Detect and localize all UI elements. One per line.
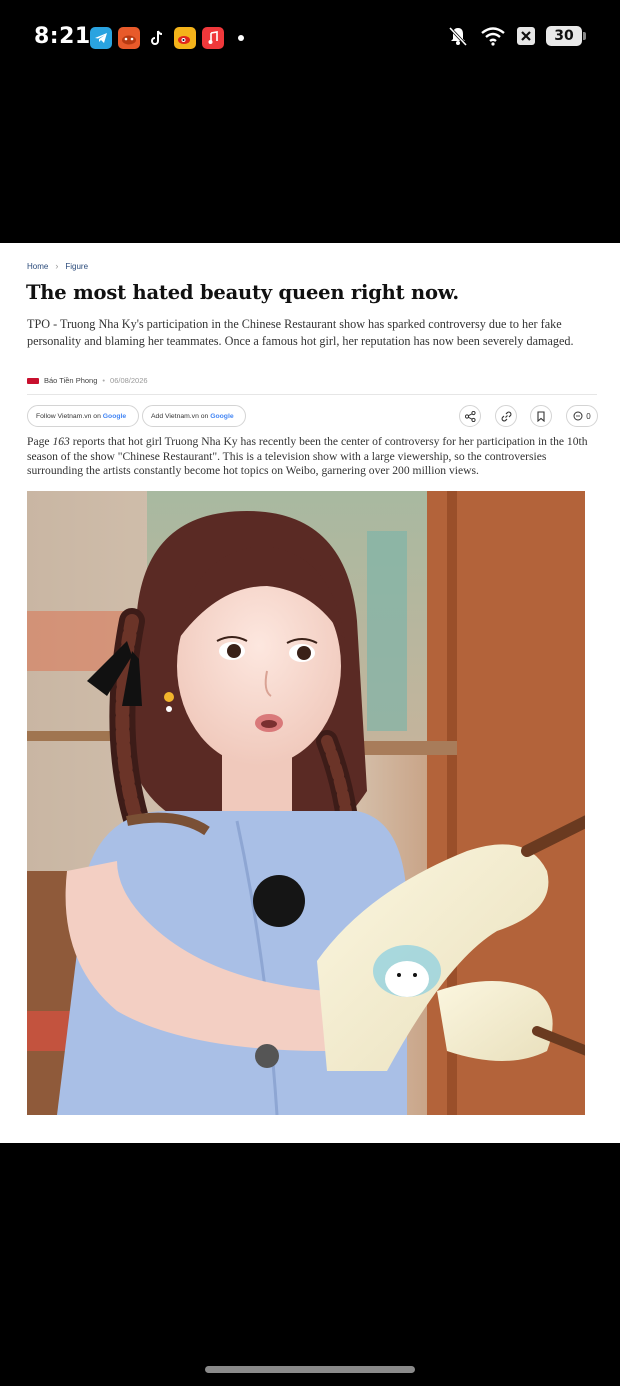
- battery-icon: 30: [546, 26, 586, 46]
- tiktok-icon: [146, 27, 168, 49]
- follow-on-google-button[interactable]: Follow Vietnam.vn on Google: [27, 405, 139, 427]
- no-signal-icon: [517, 27, 535, 45]
- page-reference: 163: [52, 435, 70, 448]
- weibo-icon: [174, 27, 196, 49]
- article-title: The most hated beauty queen right now.: [26, 281, 460, 304]
- share-button[interactable]: [459, 405, 481, 427]
- byline: Báo Tiền Phong • 06/08/2026: [27, 376, 148, 385]
- comment-count: 0: [586, 411, 591, 421]
- share-icon: [464, 410, 476, 422]
- link-icon: [501, 411, 511, 421]
- article-body: Page 163 reports that hot girl Truong Nh…: [27, 435, 595, 479]
- article-lead: TPO - Truong Nha Ky's participation in t…: [27, 317, 574, 348]
- publish-date: 06/08/2026: [110, 376, 148, 385]
- source-logo-icon: [27, 377, 39, 384]
- chevron-right-icon: ›: [55, 261, 59, 271]
- action-row: Follow Vietnam.vn on Google Add Vietnam.…: [27, 405, 599, 427]
- bookmark-button[interactable]: [530, 405, 552, 427]
- article-card: Home › Figure The most hated beauty quee…: [0, 243, 620, 1143]
- article-photo: [27, 491, 585, 1115]
- game-app-icon: [118, 27, 140, 49]
- comment-icon: [573, 411, 583, 421]
- wifi-icon: [480, 26, 506, 46]
- comments-button[interactable]: 0: [566, 405, 598, 427]
- add-on-google-button[interactable]: Add Vietnam.vn on Google: [142, 405, 246, 427]
- breadcrumb-home[interactable]: Home: [27, 262, 48, 271]
- body-text-rest: reports that hot girl Truong Nha Ky has …: [27, 435, 588, 478]
- more-notifications-dot: [238, 35, 244, 41]
- notification-icons: [90, 27, 244, 49]
- google-wordmark: Google: [102, 412, 127, 420]
- google-wordmark: Google: [210, 412, 234, 420]
- status-bar: 8:21 30: [0, 0, 620, 76]
- add-button-label: Add Vietnam.vn on: [151, 412, 209, 420]
- divider: [27, 394, 597, 395]
- system-icons: 30: [447, 25, 586, 47]
- source-name[interactable]: Báo Tiền Phong: [44, 376, 97, 385]
- clock: 8:21: [34, 24, 91, 49]
- copy-link-button[interactable]: [495, 405, 517, 427]
- mute-bell-icon: [447, 25, 469, 47]
- breadcrumb-section[interactable]: Figure: [65, 262, 88, 271]
- telegram-icon: [90, 27, 112, 49]
- bookmark-icon: [537, 410, 545, 422]
- music-icon: [202, 27, 224, 49]
- byline-separator: •: [102, 376, 106, 385]
- photo-illustration: [27, 491, 585, 1115]
- body-lead-in: Page: [27, 435, 53, 448]
- follow-button-label: Follow Vietnam.vn on: [36, 412, 101, 420]
- home-indicator[interactable]: [205, 1366, 415, 1373]
- breadcrumb: Home › Figure: [27, 261, 88, 271]
